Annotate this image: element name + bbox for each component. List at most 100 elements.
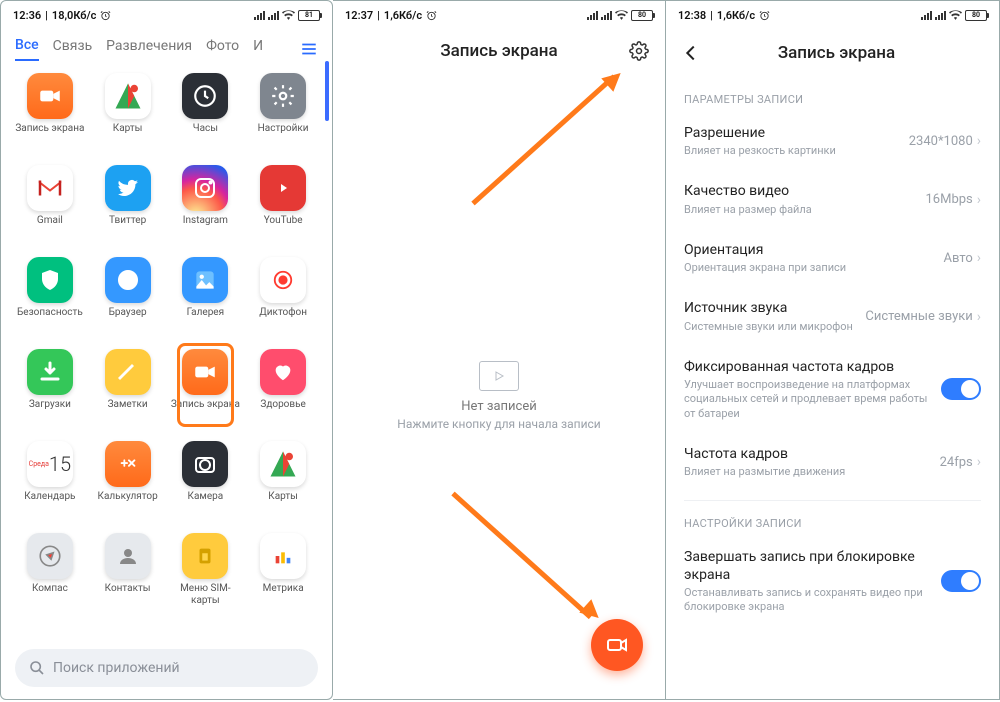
app-меню-sim-карты[interactable]: Меню SIM-карты <box>167 533 245 613</box>
status-net-speed: 1,6Кб/с <box>384 9 422 22</box>
app-карты[interactable]: Карты <box>244 441 322 521</box>
battery-icon: 80 <box>965 10 987 21</box>
app-часы[interactable]: Часы <box>167 73 245 153</box>
signal-icon <box>587 11 598 20</box>
gmail-icon <box>27 165 73 211</box>
status-separator: | <box>377 9 380 22</box>
settings-row[interactable]: Ориентация Ориентация экрана при записиАв… <box>684 229 981 287</box>
app-компас[interactable]: Компас <box>11 533 89 613</box>
settings-row[interactable]: Источник звукаСистемные звуки или микроф… <box>684 287 981 345</box>
row-stop-on-lock[interactable]: Завершать запись при блокировке экрана О… <box>684 536 981 627</box>
camera-icon <box>182 441 228 487</box>
app-калькулятор[interactable]: Калькулятор <box>89 441 167 521</box>
alarm-icon <box>426 10 437 21</box>
back-icon[interactable] <box>680 42 702 64</box>
app-instagram[interactable]: Instagram <box>167 165 245 245</box>
app-label: YouTube <box>264 215 303 227</box>
scrollbar[interactable] <box>325 61 329 121</box>
row-title: Фиксированная частота кадров <box>684 358 941 376</box>
wifi-icon <box>949 10 962 20</box>
record-fab-button[interactable] <box>591 619 643 671</box>
app-настройки[interactable]: Настройки <box>244 73 322 153</box>
empty-state: Нет записей Нажмите кнопку для начала за… <box>333 361 665 431</box>
app-твиттер[interactable]: Твиттер <box>89 165 167 245</box>
row-subtitle: Влияет на резкость картинки <box>684 144 909 158</box>
row-title: Разрешение <box>684 124 909 142</box>
tab-communication[interactable]: Связь <box>53 38 93 60</box>
app-label: Часы <box>193 123 218 135</box>
status-net-speed: 1,6Кб/с <box>717 9 755 22</box>
video-icon <box>182 349 228 395</box>
row-value: Авто <box>944 251 973 266</box>
app-label: Instagram <box>183 215 228 227</box>
screen-header: Запись экрана <box>666 29 999 77</box>
app-label: Калькулятор <box>98 491 158 503</box>
shield-icon <box>27 257 73 303</box>
app-запись-экрана[interactable]: Запись экрана <box>167 349 245 429</box>
settings-row[interactable]: РазрешениеВлияет на резкость картинки234… <box>684 112 981 170</box>
phone-screen-app-drawer: 12:36 | 18,0Кб/с 81 Все Связь Развлечени… <box>0 0 333 700</box>
settings-row[interactable]: Качество видеоВлияет на размер файла16Mb… <box>684 170 981 228</box>
calc-icon <box>105 441 151 487</box>
wifi-icon <box>615 10 628 20</box>
annotation-arrow-head-2 <box>579 599 604 624</box>
app-календарь[interactable]: Среда15Календарь <box>11 441 89 521</box>
app-запись-экрана[interactable]: Запись экрана <box>11 73 89 153</box>
row-subtitle: Останавливать запись и сохранять видео п… <box>684 586 941 615</box>
video-icon <box>27 73 73 119</box>
row-fps[interactable]: Частота кадров Влияет на размытие движен… <box>684 433 981 491</box>
app-загрузки[interactable]: Загрузки <box>11 349 89 429</box>
row-title: Ориентация <box>684 241 944 259</box>
menu-icon[interactable] <box>300 40 318 58</box>
row-subtitle: Влияет на размер файла <box>684 203 926 217</box>
video-placeholder-icon <box>479 361 519 391</box>
empty-title: Нет записей <box>333 399 665 414</box>
search-bar[interactable]: Поиск приложений <box>15 649 318 687</box>
app-label: Меню SIM-карты <box>167 583 245 606</box>
toggle-switch-on[interactable] <box>941 378 981 400</box>
gallery-icon <box>182 257 228 303</box>
section-header-recording-params: ПАРАМЕТРЫ ЗАПИСИ <box>684 93 981 106</box>
row-title: Источник звука <box>684 299 865 317</box>
compass-icon <box>27 533 73 579</box>
heart-icon <box>260 349 306 395</box>
app-камера[interactable]: Камера <box>167 441 245 521</box>
status-time: 12:37 <box>345 9 373 22</box>
app-браузер[interactable]: Браузер <box>89 257 167 337</box>
status-time: 12:36 <box>13 9 41 22</box>
app-label: Компас <box>32 583 68 595</box>
app-безопасность[interactable]: Безопасность <box>11 257 89 337</box>
app-карты[interactable]: Карты <box>89 73 167 153</box>
toggle-switch-on[interactable] <box>941 570 981 592</box>
app-заметки[interactable]: Заметки <box>89 349 167 429</box>
app-label: Запись экрана <box>171 399 240 411</box>
app-диктофон[interactable]: Диктофон <box>244 257 322 337</box>
annotation-arrow <box>471 75 616 206</box>
chevron-right-icon: › <box>977 309 981 325</box>
row-fixed-fps[interactable]: Фиксированная частота кадров Улучшает во… <box>684 346 981 433</box>
app-label: Камера <box>188 491 224 503</box>
globe-icon <box>105 257 151 303</box>
search-placeholder: Поиск приложений <box>53 660 180 676</box>
status-separator: | <box>45 9 48 22</box>
tab-more[interactable]: И <box>253 38 263 60</box>
tab-all[interactable]: Все <box>15 37 39 61</box>
empty-subtitle: Нажмите кнопку для начала записи <box>333 417 665 431</box>
app-label: Gmail <box>37 215 63 227</box>
status-bar: 12:36 | 18,0Кб/с 81 <box>1 1 332 29</box>
tab-entertainment[interactable]: Развлечения <box>106 38 192 60</box>
tab-photo[interactable]: Фото <box>206 38 239 60</box>
app-label: Безопасность <box>17 307 83 319</box>
record-icon <box>260 257 306 303</box>
app-gmail[interactable]: Gmail <box>11 165 89 245</box>
app-youtube[interactable]: YouTube <box>244 165 322 245</box>
app-галерея[interactable]: Галерея <box>167 257 245 337</box>
screen-title: Запись экрана <box>710 43 963 63</box>
row-subtitle: Ориентация экрана при записи <box>684 261 944 275</box>
app-здоровье[interactable]: Здоровье <box>244 349 322 429</box>
app-label: Галерея <box>187 307 224 319</box>
app-контакты[interactable]: Контакты <box>89 533 167 613</box>
settings-icon[interactable] <box>629 41 649 61</box>
section-header-recording-settings: НАСТРОЙКИ ЗАПИСИ <box>684 517 981 530</box>
app-метрика[interactable]: Метрика <box>244 533 322 613</box>
